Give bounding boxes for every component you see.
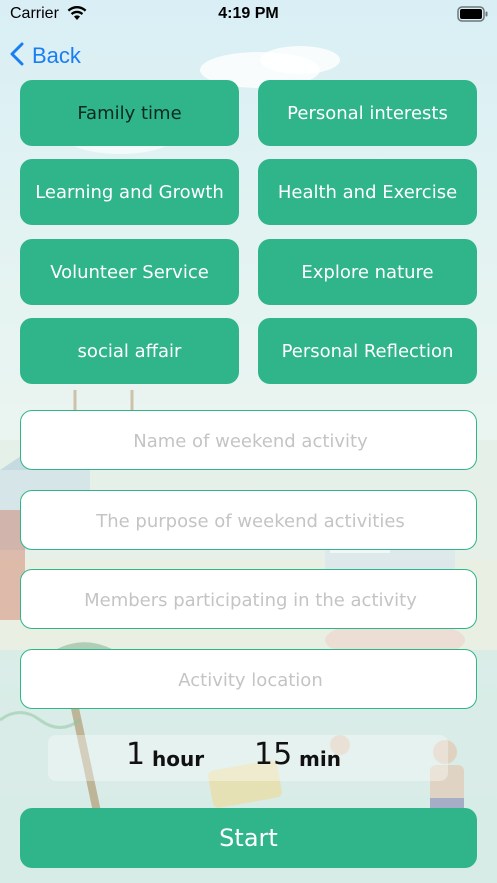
chevron-left-icon — [10, 42, 24, 70]
back-button[interactable]: Back — [10, 40, 81, 72]
category-label: Explore nature — [301, 261, 434, 283]
minutes-unit-label: min — [299, 747, 341, 771]
status-bar: Carrier 4:19 PM — [0, 0, 497, 30]
activity-members-input[interactable] — [21, 570, 480, 630]
minutes-value[interactable]: 15 — [254, 737, 292, 772]
category-social-affair[interactable]: social affair — [20, 318, 239, 384]
category-health-and-exercise[interactable]: Health and Exercise — [258, 159, 477, 225]
category-label: Health and Exercise — [277, 181, 458, 203]
activity-purpose-input[interactable] — [21, 491, 480, 551]
category-label: Personal Reflection — [281, 340, 454, 362]
category-explore-nature[interactable]: Explore nature — [258, 239, 477, 305]
battery-icon — [457, 6, 489, 26]
duration-picker[interactable]: 1 hour 15 min — [48, 735, 448, 781]
start-label: Start — [219, 824, 278, 852]
activity-purpose-field-wrapper — [20, 490, 480, 551]
category-label: Personal interests — [287, 102, 448, 124]
hours-unit-label: hour — [152, 747, 205, 771]
hours-value[interactable]: 1 — [126, 737, 145, 772]
clock: 4:19 PM — [218, 5, 279, 22]
activity-name-input[interactable] — [21, 411, 480, 471]
category-label: Learning and Growth — [35, 181, 224, 203]
category-label: Family time — [77, 102, 182, 124]
back-label: Back — [32, 43, 81, 68]
category-personal-interests[interactable]: Personal interests — [258, 80, 477, 146]
category-volunteer-service[interactable]: Volunteer Service — [20, 239, 239, 305]
category-learning-and-growth[interactable]: Learning and Growth — [20, 159, 239, 225]
category-label: social affair — [77, 340, 182, 362]
category-family-time[interactable]: Family time — [20, 80, 239, 146]
activity-location-field-wrapper — [20, 649, 480, 710]
start-button[interactable]: Start — [20, 808, 477, 868]
category-personal-reflection[interactable]: Personal Reflection — [258, 318, 477, 384]
category-label: Volunteer Service — [50, 261, 209, 283]
activity-members-field-wrapper — [20, 569, 480, 630]
activity-location-input[interactable] — [21, 650, 480, 710]
activity-name-field-wrapper — [20, 410, 480, 471]
